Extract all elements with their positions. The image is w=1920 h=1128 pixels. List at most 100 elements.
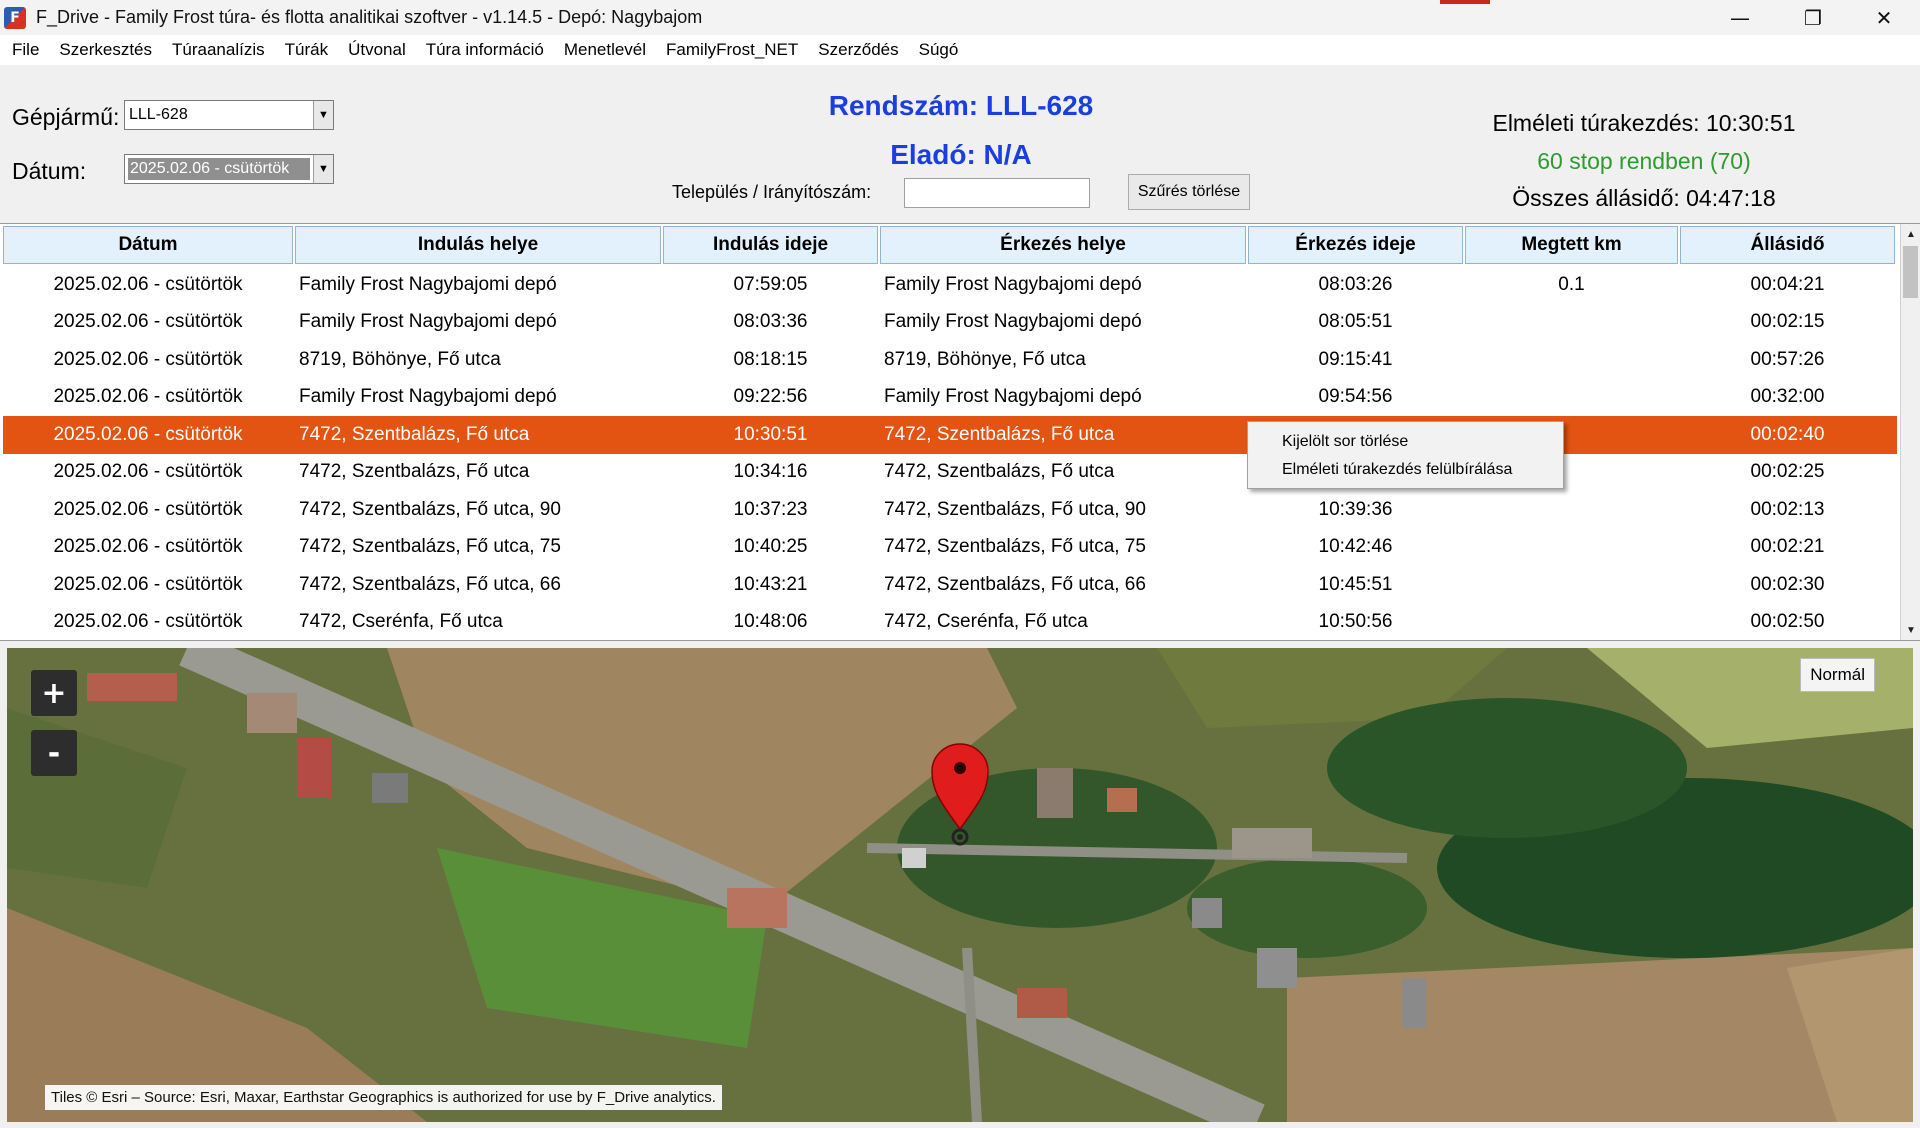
satellite-imagery [7,648,1913,1122]
menu-tour-info[interactable]: Túra információ [416,35,554,65]
table-row[interactable]: 2025.02.06 - csütörtök Family Frost Nagyb… [3,379,1897,417]
menu-edit[interactable]: Szerkesztés [49,35,162,65]
cell-distance-km [1465,566,1678,604]
cell-departure-place: 7472, Szentbalázs, Fő utca [299,423,530,445]
cell-departure-time: 08:03:36 [733,311,808,333]
cell-departure-time: 08:18:15 [733,348,808,370]
table-row[interactable]: 2025.02.06 - csütörtök Family Frost Nagyb… [3,266,1897,304]
cell-date: 2025.02.06 - csütörtök [53,423,243,445]
cell-idle-time: 00:04:21 [1750,273,1825,295]
cell-departure-place: 7472, Szentbalázs, Fő utca, 75 [299,536,561,558]
column-header-idle-time[interactable]: Állásidő [1680,226,1895,264]
cell-distance-km: 0.1 [1558,273,1585,295]
cell-departure-time: 07:59:05 [733,273,808,295]
minimize-button[interactable]: — [1705,0,1775,35]
plate-title: Rendszám: LLL-628 [828,90,1094,121]
cell-idle-time: 00:02:21 [1750,536,1825,558]
cell-arrival-place: 7472, Szentbalázs, Fő utca, 66 [884,573,1146,595]
zoom-out-button[interactable]: - [31,730,77,776]
menu-logbook[interactable]: Menetlevél [554,35,656,65]
cell-arrival-place: 7472, Szentbalázs, Fő utca [884,423,1115,445]
vehicle-select[interactable]: LLL-628 ▼ [124,100,334,130]
cell-departure-place: Family Frost Nagybajomi depó [299,273,557,295]
cell-date: 2025.02.06 - csütörtök [53,273,243,295]
context-delete-row[interactable]: Kijelölt sor törlése [1248,428,1563,456]
column-header-departure-time[interactable]: Indulás ideje [663,226,878,264]
cell-arrival-place: 7472, Szentbalázs, Fő utca [884,461,1115,483]
cell-arrival-time: 10:39:36 [1318,498,1393,520]
menu-tour-analysis[interactable]: Túraanalízis [162,35,275,65]
scroll-down-icon[interactable]: ▼ [1901,620,1920,640]
menu-familyfrost-net[interactable]: FamilyFrost_NET [656,35,808,65]
cell-date: 2025.02.06 - csütörtök [53,611,243,633]
date-label: Dátum: [12,158,87,184]
cell-arrival-place: Family Frost Nagybajomi depó [884,273,1142,295]
theoretical-start-text: Elméleti túrakezdés: 10:30:51 [1492,110,1796,136]
seller-title: Eladó: N/A [890,139,1032,170]
column-header-distance-km[interactable]: Megtett km [1465,226,1678,264]
table-body: 2025.02.06 - csütörtök Family Frost Nagyb… [3,266,1897,641]
cell-departure-place: 7472, Szentbalázs, Fő utca, 90 [299,498,561,520]
cell-date: 2025.02.06 - csütörtök [53,536,243,558]
title-bar: F F_Drive - Family Frost túra- és flotta… [0,0,1920,35]
chevron-down-icon[interactable]: ▼ [313,155,333,183]
cell-departure-place: 7472, Szentbalázs, Fő utca [299,461,530,483]
cell-date: 2025.02.06 - csütörtök [53,348,243,370]
app-logo-icon: F [4,6,26,29]
table-row[interactable]: 2025.02.06 - csütörtök 7472, Cserénfa, Fő… [3,604,1897,641]
cell-date: 2025.02.06 - csütörtök [53,311,243,333]
menu-help[interactable]: Súgó [909,35,969,65]
cell-departure-place: Family Frost Nagybajomi depó [299,311,557,333]
cell-idle-time: 00:57:26 [1750,348,1825,370]
map-mode-button[interactable]: Normál [1800,658,1875,692]
cell-idle-time: 00:02:50 [1750,611,1825,633]
table-row[interactable]: 2025.02.06 - csütörtök 7472, Szentbalázs,… [3,529,1897,567]
restore-button[interactable]: ❐ [1778,0,1848,35]
column-header-arrival-time[interactable]: Érkezés ideje [1248,226,1463,264]
cell-date: 2025.02.06 - csütörtök [53,573,243,595]
cell-arrival-time: 10:45:51 [1318,573,1393,595]
menu-route[interactable]: Útvonal [338,35,416,65]
close-button[interactable]: ✕ [1849,0,1919,35]
map-attribution: Tiles © Esri – Source: Esri, Maxar, Eart… [45,1085,722,1110]
table-row[interactable]: 2025.02.06 - csütörtök 7472, Szentbalázs,… [3,454,1897,492]
zoom-in-button[interactable]: + [31,670,77,716]
date-select-value: 2025.02.06 - csütörtök [128,158,310,180]
table-row[interactable]: 2025.02.06 - csütörtök 8719, Böhönye, Fő … [3,341,1897,379]
table-row[interactable]: 2025.02.06 - csütörtök 7472, Szentbalázs,… [3,491,1897,529]
cell-arrival-time: 10:50:56 [1318,611,1393,633]
table-header: Dátum Indulás helye Indulás ideje Érkezé… [3,226,1897,264]
table-row[interactable]: 2025.02.06 - csütörtök 7472, Szentbalázs,… [3,566,1897,604]
cell-arrival-place: 7472, Szentbalázs, Fő utca, 90 [884,498,1146,520]
table-row[interactable]: 2025.02.06 - csütörtök Family Frost Nagyb… [3,304,1897,342]
scroll-up-icon[interactable]: ▲ [1901,224,1920,244]
menu-file[interactable]: File [2,35,49,65]
clear-filter-button[interactable]: Szűrés törlése [1128,174,1250,210]
menu-tours[interactable]: Túrák [275,35,338,65]
stops-status-text: 60 stop rendben (70) [1537,148,1751,174]
scrollbar-thumb[interactable] [1903,246,1918,298]
stops-table: Dátum Indulás helye Indulás ideje Érkezé… [0,223,1920,641]
settlement-input[interactable] [904,178,1090,208]
cell-idle-time: 00:32:00 [1750,386,1825,408]
map-view[interactable]: + - Normál Tiles © Esri – Source: Esri, … [7,648,1913,1122]
context-override-start[interactable]: Elméleti túrakezdés felülbírálása [1248,456,1563,484]
cell-idle-time: 00:02:25 [1750,461,1825,483]
column-header-arrival-place[interactable]: Érkezés helye [880,226,1246,264]
cell-date: 2025.02.06 - csütörtök [53,386,243,408]
column-header-date[interactable]: Dátum [3,226,293,264]
date-select[interactable]: 2025.02.06 - csütörtök ▼ [124,154,334,184]
column-header-departure-place[interactable]: Indulás helye [295,226,661,264]
cell-idle-time: 00:02:15 [1750,311,1825,333]
cell-idle-time: 00:02:13 [1750,498,1825,520]
cell-distance-km [1465,341,1678,379]
title-accent-strip [1440,0,1490,4]
table-row[interactable]: 2025.02.06 - csütörtök 7472, Szentbalázs,… [3,416,1897,454]
menu-contract[interactable]: Szerződés [808,35,908,65]
cell-arrival-place: Family Frost Nagybajomi depó [884,386,1142,408]
menu-bar: File Szerkesztés Túraanalízis Túrák Útvo… [0,35,1920,65]
table-scrollbar[interactable]: ▲ ▼ [1900,224,1920,640]
chevron-down-icon[interactable]: ▼ [313,101,333,129]
context-menu: Kijelölt sor törlése Elméleti túrakezdés… [1247,421,1564,489]
cell-departure-time: 10:40:25 [733,536,808,558]
